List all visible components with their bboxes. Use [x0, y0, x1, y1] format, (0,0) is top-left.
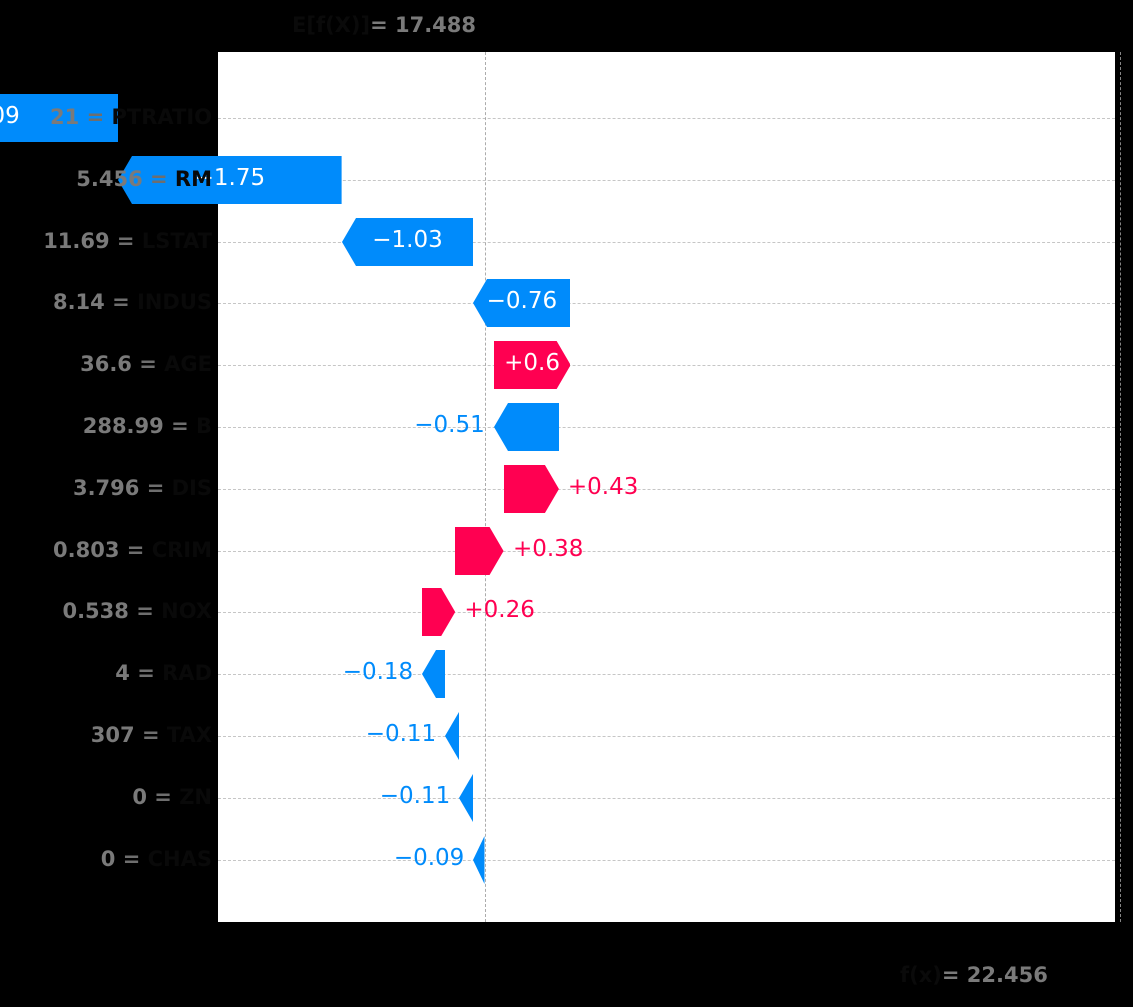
bar-shape — [473, 835, 485, 884]
y-tick-b: 288.99 = B — [0, 416, 212, 437]
gridline-horizontal — [218, 612, 1115, 614]
bar-zn[interactable] — [459, 773, 474, 822]
y-tick-equals: = — [129, 661, 163, 686]
bar-value-label-indus: −0.76 — [486, 288, 558, 315]
bar-shape — [493, 403, 559, 451]
bar-shape — [503, 464, 559, 513]
output-value-annotation: f(x)= 22.456 — [900, 965, 1048, 986]
gridline-horizontal — [218, 303, 1115, 305]
bar-tax[interactable] — [445, 712, 460, 760]
y-tick-feature-name: CHAS — [147, 846, 212, 871]
bar-crim[interactable] — [455, 526, 504, 575]
y-tick-equals: = — [119, 537, 152, 562]
y-tick-equals: = — [109, 228, 142, 253]
y-tick-crim: 0.803 = CRIM — [0, 537, 212, 562]
y-tick-nox: 0.538 = NOX — [0, 601, 212, 622]
y-tick-feature-name: NOX — [161, 599, 212, 624]
y-tick-feature-name: INDUS — [137, 290, 212, 315]
y-tick-lstat: 11.69 = LSTAT — [0, 228, 212, 253]
y-tick-value: 8.14 — [52, 290, 105, 315]
y-tick-value: 3.796 — [72, 475, 140, 500]
y-tick-chas: 0 = CHAS — [0, 846, 212, 871]
y-tick-indus: 8.14 = INDUS — [0, 292, 212, 313]
bar-value-label-age: +0.6 — [504, 350, 560, 377]
bar-value-label-dis: +0.43 — [567, 473, 639, 500]
gridline-horizontal — [218, 118, 1115, 119]
bar-shape — [445, 712, 460, 760]
y-tick-equals: = — [115, 846, 148, 871]
output-value-text: = 22.456 — [941, 963, 1048, 987]
bar-shape — [455, 526, 504, 575]
y-tick-feature-name: RM — [174, 166, 212, 191]
y-tick-age: 36.6 = AGE — [0, 354, 212, 375]
y-tick-feature-name: TAX — [166, 723, 212, 747]
gridline-horizontal — [218, 365, 1115, 367]
bar-b[interactable] — [493, 403, 559, 451]
y-tick-value: 307 — [90, 723, 135, 747]
bar-shape — [422, 588, 456, 637]
y-tick-dis: 3.796 = DIS — [0, 475, 212, 500]
bar-nox[interactable] — [422, 588, 456, 637]
y-tick-value: 0.803 — [53, 537, 120, 562]
bar-value-label-tax: −0.11 — [365, 721, 437, 747]
y-tick-equals: = — [139, 475, 172, 500]
shap-waterfall-figure: −2.09−1.75−1.03−0.76+0.6−0.51+0.43+0.38+… — [0, 0, 1133, 1007]
y-tick-feature-name: RAD — [162, 661, 212, 686]
y-tick-equals: = — [146, 784, 180, 809]
y-tick-equals: = — [128, 599, 162, 624]
gridline-horizontal — [218, 488, 1115, 490]
y-tick-feature-name: LSTAT — [141, 228, 212, 253]
bar-shape — [422, 650, 446, 699]
y-tick-equals: = — [104, 290, 137, 315]
bar-shape — [459, 773, 474, 822]
y-tick-feature-name: DIS — [171, 475, 212, 500]
bar-chas[interactable] — [473, 835, 485, 884]
bar-value-label-zn: −0.11 — [379, 782, 451, 809]
y-tick-feature-name: PTRATIO — [111, 105, 213, 129]
bar-value-label-nox: +0.26 — [464, 597, 535, 624]
bar-value-label-lstat: −1.03 — [372, 226, 443, 253]
y-tick-equals: = — [163, 414, 196, 438]
bar-value-label-crim: +0.38 — [512, 535, 584, 562]
y-tick-equals: = — [142, 166, 175, 191]
y-tick-zn: 0 = ZN — [0, 784, 212, 809]
base-value-symbol: E[f(X)] — [292, 13, 371, 37]
y-tick-equals: = — [134, 723, 167, 747]
base-value-annotation: E[f(X)]= 17.488 — [292, 15, 476, 36]
gridline-output-value — [1119, 52, 1121, 922]
y-tick-value: 0 — [132, 784, 147, 809]
y-tick-feature-name: AGE — [164, 352, 212, 377]
y-tick-tax: 307 = TAX — [0, 725, 212, 746]
y-tick-value: 36.6 — [80, 352, 132, 377]
y-tick-value: 0.538 — [62, 599, 129, 624]
y-tick-value: 21 — [50, 105, 80, 129]
y-tick-value: 11.69 — [43, 228, 110, 253]
y-tick-rad: 4 = RAD — [0, 663, 212, 684]
output-value-symbol: f(x) — [900, 963, 942, 987]
y-tick-feature-name: ZN — [179, 784, 212, 809]
base-value-text: = 17.488 — [370, 13, 477, 37]
y-tick-feature-name: CRIM — [151, 537, 212, 562]
bar-rad[interactable] — [422, 650, 446, 699]
y-tick-feature-name: B — [195, 414, 212, 438]
bar-dis[interactable] — [503, 464, 559, 513]
y-tick-equals: = — [79, 105, 112, 129]
y-tick-value: 288.99 — [82, 414, 164, 438]
gridline-base-value — [484, 52, 486, 922]
gridline-horizontal — [218, 550, 1115, 552]
plot-area: −2.09−1.75−1.03−0.76+0.6−0.51+0.43+0.38+… — [0, 52, 1121, 922]
bar-value-label-rad: −0.18 — [342, 659, 414, 686]
y-tick-equals: = — [131, 352, 165, 377]
y-tick-value: 5.456 — [76, 166, 143, 191]
y-tick-rm: 5.456 = RM — [0, 166, 212, 191]
y-tick-ptratio: 21 = PTRATIO — [0, 107, 212, 128]
gridline-horizontal — [218, 179, 1115, 181]
bar-value-label-b: −0.51 — [414, 412, 485, 438]
bar-value-label-chas: −0.09 — [393, 844, 465, 871]
y-tick-value: 4 — [115, 661, 130, 686]
y-tick-value: 0 — [100, 846, 116, 871]
